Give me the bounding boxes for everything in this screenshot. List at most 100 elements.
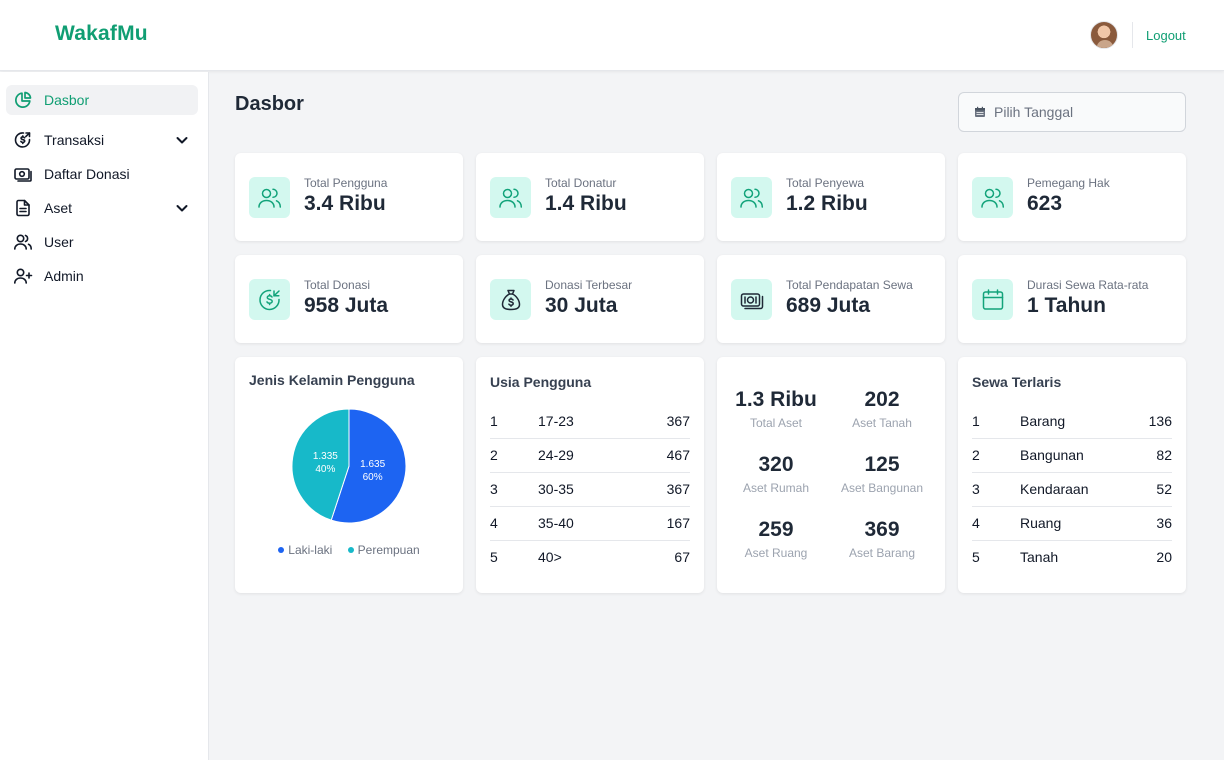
pie-percent-label: 40%	[315, 464, 335, 475]
stat-card-total-donasi: Total Donasi 958 Juta	[235, 255, 463, 343]
calendar-icon	[972, 279, 1013, 320]
age-range: 35-40	[538, 515, 574, 531]
sidebar-item-daftar-donasi[interactable]: Daftar Donasi	[6, 159, 198, 189]
page-title: Dasbor	[235, 93, 304, 115]
asset-stat-tanah: 202 Aset Tanah	[822, 388, 942, 430]
stat-card-total-pengguna: Total Pengguna 3.4 Ribu	[235, 153, 463, 241]
asset-label: Aset Tanah	[852, 416, 912, 430]
asset-label: Aset Ruang	[744, 546, 808, 560]
asset-label: Total Aset	[749, 416, 803, 430]
rental-count: 36	[1156, 515, 1172, 531]
brand-logo[interactable]: WakafMu	[55, 22, 148, 46]
asset-label: Aset Barang	[848, 546, 916, 560]
row-number: 4	[490, 515, 498, 531]
sidebar-item-label: Dasbor	[44, 92, 90, 108]
rental-name: Barang	[1020, 413, 1066, 429]
age-count: 367	[666, 481, 690, 497]
table-row: 2 24-29 467	[490, 439, 690, 473]
gender-pie-chart: 1.635 60% 1.335 40%	[291, 408, 407, 524]
stat-card-durasi-sewa: Durasi Sewa Rata-rata 1 Tahun	[958, 255, 1186, 343]
users-icon	[249, 177, 290, 218]
table-row: 1 17-23 367	[490, 405, 690, 439]
users-icon	[13, 232, 33, 252]
dollar-return-icon	[249, 279, 290, 320]
stat-value: 1.2 Ribu	[786, 192, 868, 215]
users-icon	[731, 177, 772, 218]
asset-label: Aset Bangunan	[840, 481, 924, 495]
sidebar-item-label: Transaksi	[44, 132, 105, 148]
pie-percent-label: 60%	[363, 472, 383, 483]
calendar-icon	[975, 106, 985, 117]
document-icon	[13, 198, 33, 218]
logout-link[interactable]: Logout	[1146, 28, 1186, 43]
sidebar-item-transaksi[interactable]: Transaksi	[6, 125, 198, 155]
row-number: 3	[972, 481, 980, 497]
legend-label: Perempuan	[357, 543, 420, 557]
rental-name: Bangunan	[1020, 447, 1084, 463]
stat-label: Total Pengguna	[304, 176, 388, 190]
avatar[interactable]	[1090, 21, 1118, 49]
stat-value: 1 Tahun	[1027, 294, 1106, 317]
asset-value: 1.3 Ribu	[735, 388, 817, 411]
stat-value: 689 Juta	[786, 294, 871, 317]
gender-chart-card: Jenis Kelamin Pengguna 1.635 60% 1.335 40% …	[235, 357, 463, 593]
rental-name: Ruang	[1020, 515, 1062, 531]
stat-card-total-donatur: Total Donatur 1.4 Ribu	[476, 153, 704, 241]
legend-item-perempuan: Perempuan	[347, 543, 420, 557]
age-count: 167	[666, 515, 690, 531]
table-row: 2 Bangunan 82	[972, 439, 1172, 473]
stat-label: Durasi Sewa Rata-rata	[1027, 278, 1149, 292]
date-picker[interactable]: Pilih Tanggal	[958, 92, 1186, 132]
pie-value-label: 1.335	[313, 451, 338, 462]
row-number: 3	[490, 481, 498, 497]
stat-card-total-pendapatan-sewa: Total Pendapatan Sewa 689 Juta	[717, 255, 945, 343]
row-number: 5	[972, 549, 980, 565]
asset-value: 202	[864, 388, 900, 411]
row-number: 4	[972, 515, 980, 531]
rental-count: 52	[1156, 481, 1172, 497]
table-row: 4 Ruang 36	[972, 507, 1172, 541]
legend-dot-female	[347, 547, 354, 554]
top-bar: WakafMu Logout	[0, 0, 1224, 71]
row-number: 5	[490, 549, 498, 565]
table-row: 4 35-40 167	[490, 507, 690, 541]
banknote-icon	[731, 279, 772, 320]
table-row: 3 Kendaraan 52	[972, 473, 1172, 507]
age-range: 30-35	[538, 481, 574, 497]
asset-stat-barang: 369 Aset Barang	[822, 518, 942, 560]
dollar-return-icon	[13, 130, 33, 150]
sidebar-item-user[interactable]: User	[6, 227, 198, 257]
age-count: 67	[674, 549, 690, 565]
sidebar-item-dasbor[interactable]: Dasbor	[6, 85, 198, 115]
stat-value: 958 Juta	[304, 294, 389, 317]
table-row: 5 Tanah 20	[972, 541, 1172, 575]
table-row: 1 Barang 136	[972, 405, 1172, 439]
table-row: 5 40> 67	[490, 541, 690, 575]
stat-label: Total Donasi	[304, 278, 371, 292]
asset-stat-ruang: 259 Aset Ruang	[716, 518, 836, 560]
row-number: 1	[972, 413, 980, 429]
asset-label: Aset Rumah	[742, 481, 810, 495]
top-rentals-card: Sewa Terlaris 1 Barang 136 2 Bangunan 82…	[958, 357, 1186, 593]
asset-summary-card: 1.3 Ribu Total Aset 202 Aset Tanah 320 A…	[717, 357, 945, 593]
stat-card-pemegang-hak: Pemegang Hak 623	[958, 153, 1186, 241]
rental-name: Kendaraan	[1020, 481, 1089, 497]
chevron-down-icon[interactable]	[174, 132, 190, 148]
stat-value: 3.4 Ribu	[304, 192, 386, 215]
stat-label: Total Pendapatan Sewa	[786, 278, 913, 292]
rental-count: 136	[1148, 413, 1172, 429]
divider	[1132, 22, 1133, 48]
stat-value: 30 Juta	[545, 294, 618, 317]
chart-legend: Laki-laki Perempuan	[235, 543, 463, 557]
stat-label: Pemegang Hak	[1027, 176, 1110, 190]
stat-card-total-penyewa: Total Penyewa 1.2 Ribu	[717, 153, 945, 241]
chevron-down-icon[interactable]	[174, 200, 190, 216]
sidebar-item-label: Daftar Donasi	[44, 166, 130, 182]
banknote-icon	[13, 164, 33, 184]
stat-label: Total Penyewa	[786, 176, 865, 190]
sidebar-item-admin[interactable]: Admin	[6, 261, 198, 291]
asset-value: 125	[864, 453, 900, 476]
panel-title: Sewa Terlaris	[972, 374, 1062, 390]
sidebar-item-aset[interactable]: Aset	[6, 193, 198, 223]
users-icon	[972, 177, 1013, 218]
